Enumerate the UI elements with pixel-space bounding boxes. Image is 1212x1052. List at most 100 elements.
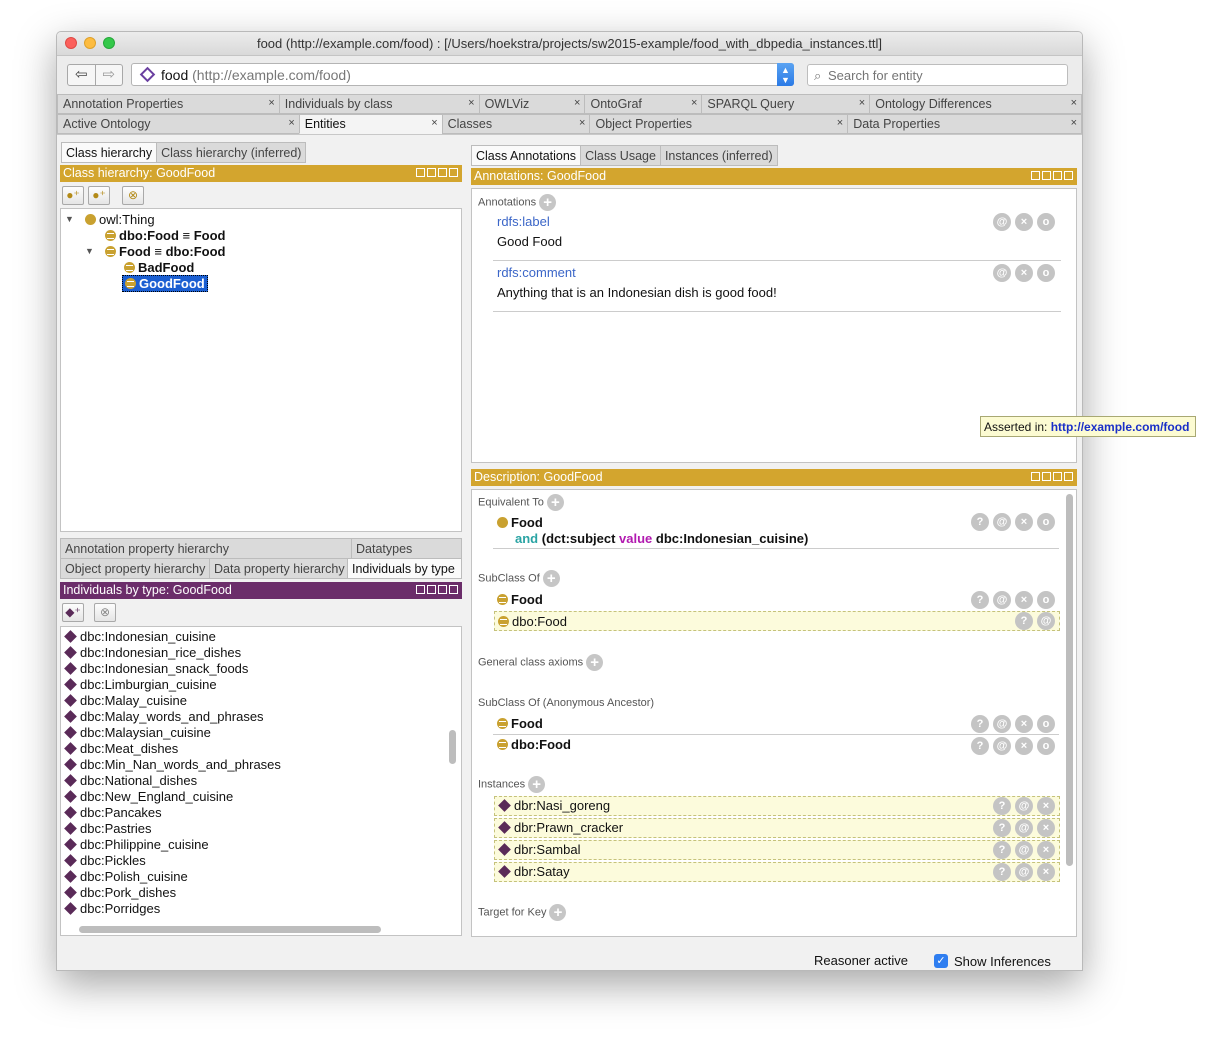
delete-icon[interactable]: × bbox=[1015, 264, 1033, 282]
tab-sparql-query[interactable]: SPARQL Query × bbox=[701, 94, 870, 114]
delete-icon[interactable]: × bbox=[1015, 715, 1033, 733]
tab-data-property-hierarchy[interactable]: Data property hierarchy bbox=[209, 558, 347, 579]
tab-annotation-property-hierarchy[interactable]: Annotation property hierarchy bbox=[60, 538, 351, 559]
individual-list-item[interactable]: dbc:Polish_cuisine bbox=[64, 869, 188, 885]
tab-class-hierarchy-inferred[interactable]: Class hierarchy (inferred) bbox=[156, 142, 307, 163]
tab-object-property-hierarchy[interactable]: Object property hierarchy bbox=[60, 558, 209, 579]
anonymous-ancestor-dbo-food[interactable]: dbo:Food bbox=[497, 737, 571, 753]
edit-icon[interactable]: o bbox=[1037, 513, 1055, 531]
tab-datatypes[interactable]: Datatypes bbox=[351, 538, 462, 559]
tab-annotation-properties[interactable]: Annotation Properties × bbox=[57, 94, 279, 114]
show-inferences-checkbox[interactable]: ✓ bbox=[934, 954, 948, 968]
edit-icon[interactable]: o bbox=[1037, 737, 1055, 755]
add-gca-icon[interactable]: + bbox=[586, 654, 604, 671]
tab-ontograf[interactable]: OntoGraf × bbox=[584, 94, 702, 114]
help-icon[interactable]: ? bbox=[971, 513, 989, 531]
minimize-icon[interactable] bbox=[1042, 472, 1051, 481]
tab-active-ontology[interactable]: Active Ontology × bbox=[57, 114, 299, 134]
add-subclass-icon[interactable]: ●⁺ bbox=[62, 186, 84, 205]
help-icon[interactable]: ? bbox=[993, 797, 1011, 815]
close-icon[interactable]: × bbox=[1071, 97, 1077, 109]
anonymous-ancestor-food[interactable]: Food bbox=[497, 716, 543, 732]
annotate-icon[interactable]: @ bbox=[1015, 819, 1033, 837]
close-view-icon[interactable] bbox=[1064, 171, 1073, 180]
delete-individual-icon[interactable]: ⊗ bbox=[94, 603, 116, 622]
individual-list-item[interactable]: dbc:Pancakes bbox=[64, 805, 162, 821]
subclass-of-dbo-food-row[interactable]: dbo:Food ? @ bbox=[494, 611, 1060, 631]
annotation-property-label[interactable]: rdfs:label bbox=[497, 214, 550, 229]
delete-icon[interactable]: × bbox=[1037, 819, 1055, 837]
active-ontology-selector[interactable]: food (http://example.com/food) ▲ ▼ bbox=[131, 63, 794, 86]
tab-instances-inferred[interactable]: Instances (inferred) bbox=[659, 145, 778, 166]
expanded-triangle-icon[interactable]: ▼ bbox=[65, 214, 74, 224]
individual-list-item[interactable]: dbc:Pickles bbox=[64, 853, 146, 869]
annotate-icon[interactable]: @ bbox=[993, 715, 1011, 733]
pin-icon[interactable] bbox=[1031, 472, 1040, 481]
annotate-icon[interactable]: @ bbox=[1015, 841, 1033, 859]
annotate-icon[interactable]: @ bbox=[993, 264, 1011, 282]
individual-list-item[interactable]: dbc:Malaysian_cuisine bbox=[64, 725, 211, 741]
individual-list-item[interactable]: dbc:Meat_dishes bbox=[64, 741, 178, 757]
individual-list-item[interactable]: dbc:Indonesian_cuisine bbox=[64, 629, 216, 645]
individual-list-item[interactable]: dbc:Malay_words_and_phrases bbox=[64, 709, 264, 725]
help-icon[interactable]: ? bbox=[971, 737, 989, 755]
pin-icon[interactable] bbox=[1031, 171, 1040, 180]
tab-data-properties[interactable]: Data Properties × bbox=[847, 114, 1082, 134]
close-view-icon[interactable] bbox=[449, 168, 458, 177]
individual-list-item[interactable]: dbc:Indonesian_snack_foods bbox=[64, 661, 248, 677]
add-sibling-class-icon[interactable]: ●⁺ bbox=[88, 186, 110, 205]
tab-ontology-differences[interactable]: Ontology Differences × bbox=[869, 94, 1082, 114]
tab-individuals-by-class[interactable]: Individuals by class × bbox=[278, 94, 479, 114]
tree-node-badfood[interactable]: BadFood bbox=[124, 260, 194, 276]
tab-owlviz[interactable]: OWLViz × bbox=[478, 94, 585, 114]
tab-individuals-by-type[interactable]: Individuals by type bbox=[347, 558, 462, 579]
add-annotation-icon[interactable]: + bbox=[539, 194, 557, 211]
individual-list-item[interactable]: dbc:Philippine_cuisine bbox=[64, 837, 209, 853]
edit-icon[interactable]: o bbox=[1037, 213, 1055, 231]
maximize-icon[interactable] bbox=[438, 585, 447, 594]
help-icon[interactable]: ? bbox=[993, 841, 1011, 859]
instance-row[interactable]: dbr:Sambal? @ × bbox=[494, 840, 1060, 860]
delete-icon[interactable]: × bbox=[1015, 737, 1033, 755]
expanded-triangle-icon[interactable]: ▼ bbox=[85, 246, 94, 256]
back-arrow-icon[interactable]: ⇦ bbox=[68, 65, 95, 85]
close-icon[interactable]: × bbox=[837, 117, 843, 129]
annotation-property-comment[interactable]: rdfs:comment bbox=[497, 265, 576, 280]
instance-row[interactable]: dbr:Satay? @ × bbox=[494, 862, 1060, 882]
annotate-icon[interactable]: @ bbox=[993, 513, 1011, 531]
equivalent-class-expression[interactable]: Food bbox=[497, 515, 543, 531]
delete-icon[interactable]: × bbox=[1037, 863, 1055, 881]
delete-icon[interactable]: × bbox=[1015, 591, 1033, 609]
add-equivalent-icon[interactable]: + bbox=[546, 494, 564, 511]
individual-list-item[interactable]: dbc:Pork_dishes bbox=[64, 885, 176, 901]
close-view-icon[interactable] bbox=[449, 585, 458, 594]
pin-icon[interactable] bbox=[416, 168, 425, 177]
asserted-in-link[interactable]: http://example.com/food bbox=[1051, 420, 1190, 434]
description-vertical-scrollbar[interactable] bbox=[1066, 494, 1073, 866]
close-icon[interactable]: × bbox=[268, 97, 274, 109]
annotate-icon[interactable]: @ bbox=[993, 737, 1011, 755]
pin-icon[interactable] bbox=[416, 585, 425, 594]
help-icon[interactable]: ? bbox=[1015, 612, 1033, 630]
maximize-icon[interactable] bbox=[438, 168, 447, 177]
tab-class-hierarchy[interactable]: Class hierarchy bbox=[61, 142, 157, 163]
help-icon[interactable]: ? bbox=[993, 819, 1011, 837]
help-icon[interactable]: ? bbox=[971, 591, 989, 609]
annotate-icon[interactable]: @ bbox=[993, 591, 1011, 609]
tab-class-annotations[interactable]: Class Annotations bbox=[471, 145, 581, 166]
search-input[interactable] bbox=[828, 67, 1058, 83]
maximize-icon[interactable] bbox=[1053, 171, 1062, 180]
individual-list-item[interactable]: dbc:Malay_cuisine bbox=[64, 693, 187, 709]
close-view-icon[interactable] bbox=[1064, 472, 1073, 481]
tab-classes[interactable]: Classes × bbox=[441, 114, 590, 134]
tree-node-dbo-food[interactable]: dbo:Food ≡ Food bbox=[105, 228, 226, 244]
individuals-horizontal-scrollbar[interactable] bbox=[79, 926, 381, 933]
minimize-icon[interactable] bbox=[1042, 171, 1051, 180]
individual-list-item[interactable]: dbc:Pastries bbox=[64, 821, 152, 837]
chevron-updown-icon[interactable]: ▲ ▼ bbox=[777, 63, 794, 86]
delete-icon[interactable]: × bbox=[1037, 841, 1055, 859]
close-icon[interactable]: × bbox=[468, 97, 474, 109]
delete-class-icon[interactable]: ⊗ bbox=[122, 186, 144, 205]
tab-entities[interactable]: Entities × bbox=[298, 114, 442, 134]
instance-row[interactable]: dbr:Nasi_goreng? @ × bbox=[494, 796, 1060, 816]
